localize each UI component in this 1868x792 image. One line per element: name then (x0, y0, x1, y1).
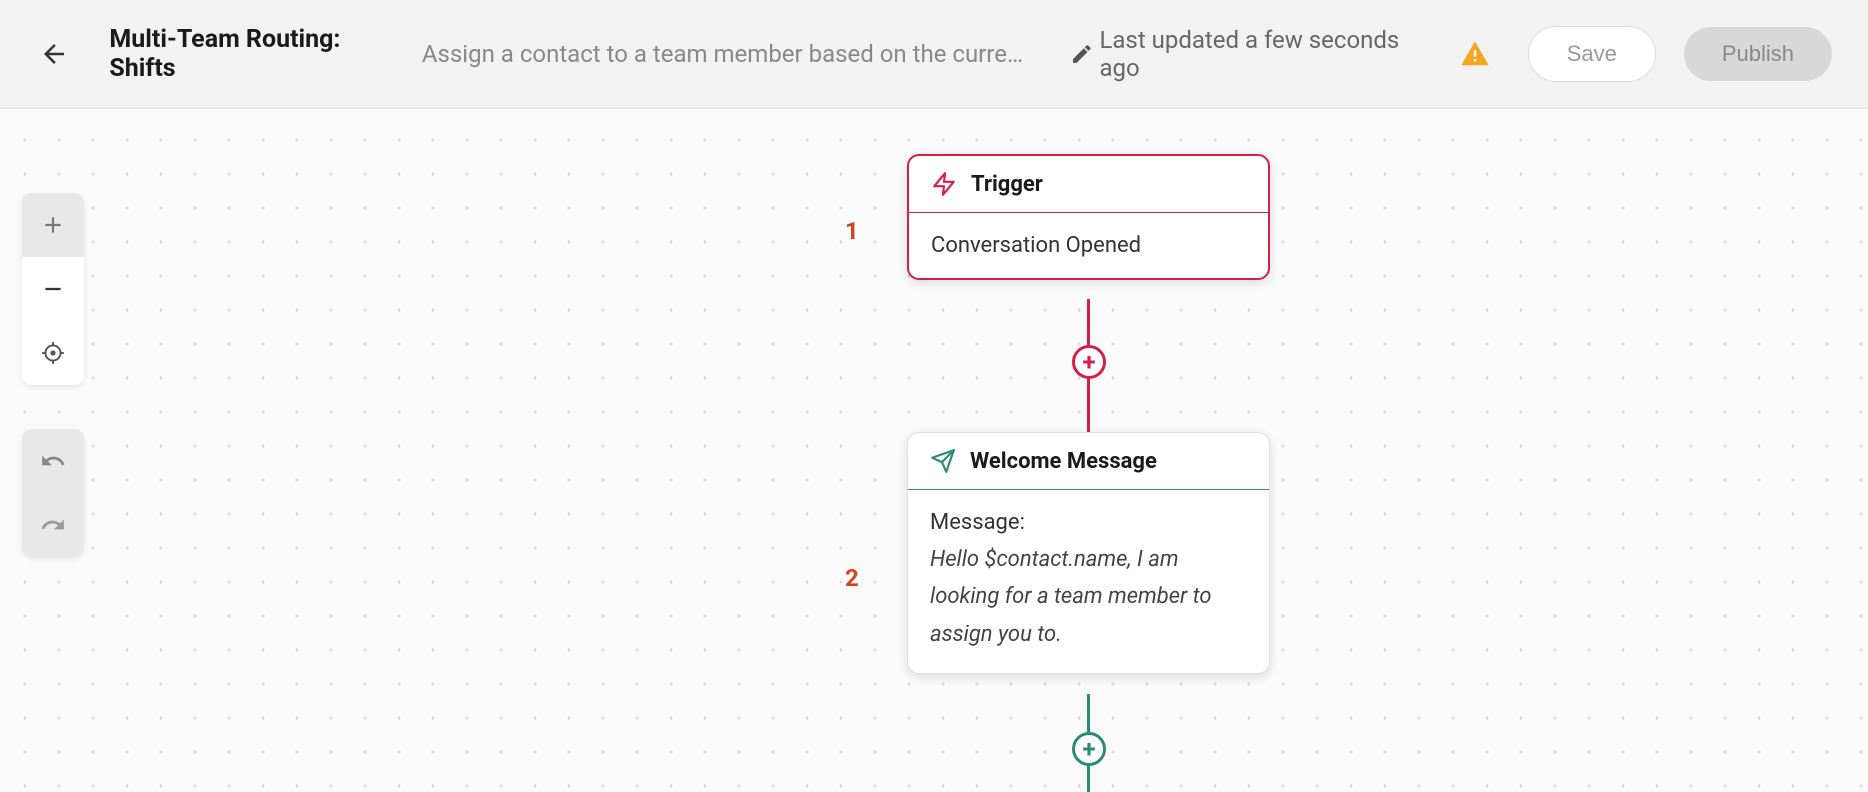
message-body: Hello $contact.name, I am looking for a … (930, 541, 1247, 653)
node-body: Message: Hello $contact.name, I am looki… (908, 490, 1269, 673)
plus-icon: + (1082, 350, 1095, 374)
redo-button[interactable] (22, 493, 84, 557)
page-title: Multi-Team Routing: Shifts (109, 25, 407, 83)
lightning-icon (931, 171, 957, 197)
trigger-node[interactable]: Trigger Conversation Opened (907, 154, 1270, 280)
redo-icon (40, 512, 66, 538)
add-step-button[interactable]: + (1072, 345, 1106, 379)
minus-icon (40, 276, 66, 302)
zoom-in-button[interactable] (22, 193, 84, 257)
history-controls (22, 429, 84, 557)
node-number: 1 (845, 217, 859, 245)
header-actions: Save Publish (1440, 26, 1832, 82)
undo-icon (40, 448, 66, 474)
edit-icon[interactable] (1070, 42, 1094, 66)
plus-icon (40, 212, 66, 238)
center-canvas-button[interactable] (22, 321, 84, 385)
node-header: Welcome Message (908, 433, 1269, 490)
canvas-toolbar (22, 193, 84, 601)
node-title: Trigger (971, 172, 1043, 197)
page-subtitle: Assign a contact to a team member based … (422, 40, 1032, 68)
header: Multi-Team Routing: Shifts Assign a cont… (0, 0, 1868, 109)
warning-icon[interactable] (1460, 39, 1490, 69)
back-button[interactable] (36, 36, 71, 72)
node-title: Welcome Message (970, 449, 1157, 474)
workflow-canvas[interactable]: 1 Trigger Conversation Opened + 2 Welcom… (0, 109, 1868, 792)
publish-button[interactable]: Publish (1684, 27, 1832, 81)
undo-button[interactable] (22, 429, 84, 493)
node-number: 2 (845, 564, 859, 592)
trigger-event-text: Conversation Opened (931, 233, 1246, 258)
arrow-left-icon (39, 39, 69, 69)
message-label: Message: (930, 510, 1247, 535)
zoom-controls (22, 193, 84, 385)
welcome-message-node[interactable]: Welcome Message Message: Hello $contact.… (907, 432, 1270, 674)
crosshair-icon (40, 340, 66, 366)
plus-icon: + (1082, 737, 1095, 761)
add-step-button[interactable]: + (1072, 732, 1106, 766)
node-header: Trigger (909, 156, 1268, 213)
last-updated-text: Last updated a few seconds ago (1099, 26, 1439, 82)
zoom-out-button[interactable] (22, 257, 84, 321)
save-button[interactable]: Save (1528, 26, 1656, 82)
node-body: Conversation Opened (909, 213, 1268, 278)
send-icon (930, 448, 956, 474)
